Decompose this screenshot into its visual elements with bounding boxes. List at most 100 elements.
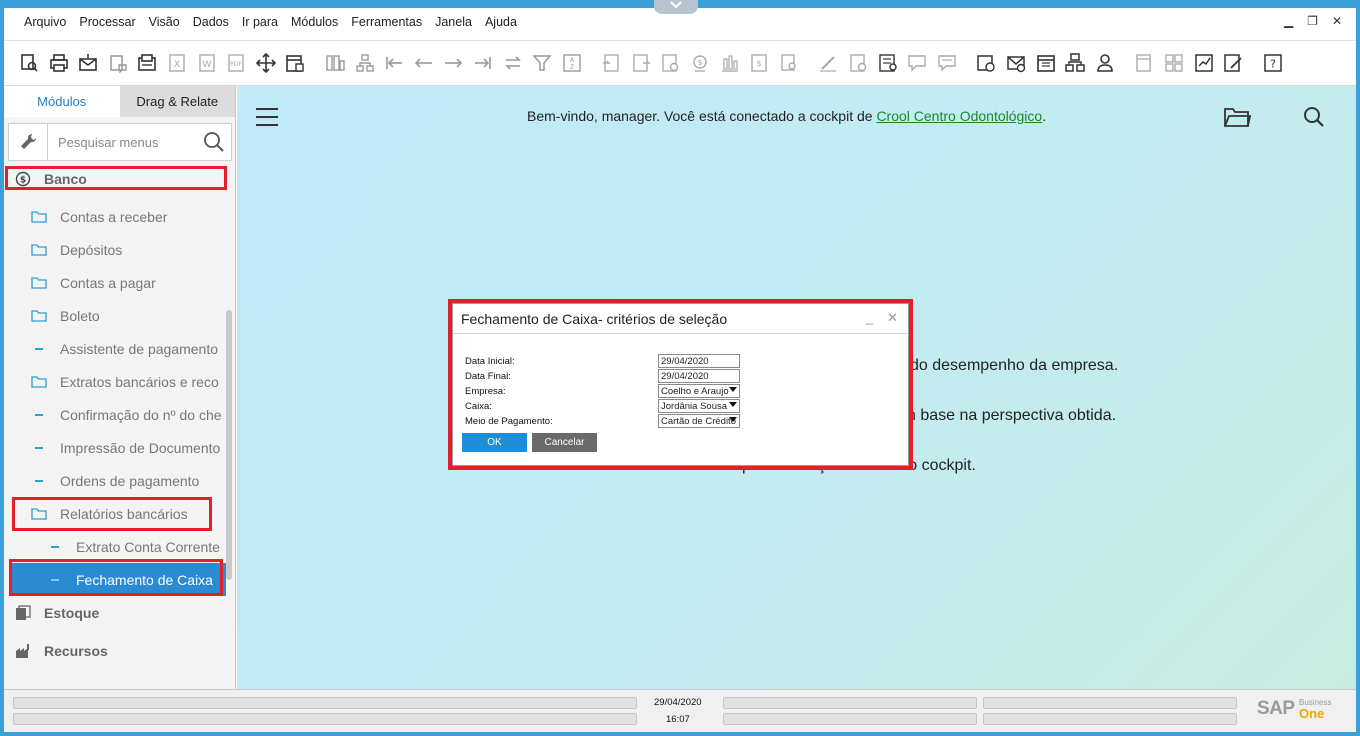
balance-icon[interactable] [719, 52, 741, 74]
search-doc-icon[interactable] [18, 52, 40, 74]
first-record-icon[interactable] [383, 52, 405, 74]
sidebar-item-contas-a-receber[interactable]: Contas a receber [4, 200, 232, 233]
lock-form-icon[interactable] [284, 52, 306, 74]
welcome-message: Bem-vindo, manager. Você está conectado … [527, 108, 1046, 124]
menu-search-input[interactable]: Pesquisar menus [48, 123, 232, 161]
journal-icon[interactable]: $ [748, 52, 770, 74]
sidebar-item-label: Assistente de pagamento [60, 340, 218, 357]
sidebar-item-impressao-documento[interactable]: Impressão de Documento [4, 431, 232, 464]
sidebar-item-label: Recursos [44, 642, 108, 659]
next-record-icon[interactable] [442, 52, 464, 74]
close-icon[interactable]: ✕ [887, 310, 898, 326]
signature-icon[interactable] [1222, 52, 1244, 74]
sidebar-item-assistente-pagamento[interactable]: Assistente de pagamento [4, 332, 232, 365]
dialog-title-bar[interactable]: Fechamento de Caixa- critérios de seleçã… [453, 304, 908, 334]
caixa-select[interactable]: Jordânia Sousa [658, 399, 740, 413]
data-inicial-value: 29/04/2020 [661, 355, 709, 367]
welcome-suffix: . [1042, 108, 1047, 124]
tab-modulos[interactable]: Módulos [4, 86, 120, 117]
svg-text:$: $ [698, 58, 703, 67]
doc-settings-icon[interactable] [659, 52, 681, 74]
menu-arquivo[interactable]: Arquivo [24, 15, 66, 29]
dropdown-arrow-icon[interactable] [729, 402, 737, 407]
svg-text:W: W [202, 60, 211, 70]
ok-button[interactable]: OK [462, 433, 527, 452]
cancel-button[interactable]: Cancelar [532, 433, 597, 452]
excel-icon[interactable]: X [166, 52, 188, 74]
menu-processar[interactable]: Processar [79, 15, 135, 29]
target-doc-icon[interactable] [630, 52, 652, 74]
sidebar-item-contas-a-pagar[interactable]: Contas a pagar [4, 266, 232, 299]
hamburger-menu-icon[interactable] [256, 108, 278, 132]
help-icon[interactable]: ? [1262, 52, 1284, 74]
menu-ir-para[interactable]: Ir para [242, 15, 278, 29]
collapse-tab[interactable] [654, 0, 698, 14]
wrench-icon[interactable] [8, 123, 48, 161]
sidebar-item-estoque[interactable]: Estoque [4, 596, 232, 629]
alerts-icon[interactable] [975, 52, 997, 74]
last-record-icon[interactable] [472, 52, 494, 74]
cockpit-search-icon[interactable] [1303, 106, 1325, 131]
word-icon[interactable]: W [196, 52, 218, 74]
edit-icon[interactable] [817, 52, 839, 74]
sidebar-scrollbar[interactable] [226, 310, 232, 580]
widgets-icon[interactable] [1163, 52, 1185, 74]
field-label-meio-pagamento: Meio de Pagamento: [465, 415, 553, 427]
sidebar-item-depositos[interactable]: Depósitos [4, 233, 232, 266]
menu-visao[interactable]: Visão [149, 15, 180, 29]
payment-icon[interactable]: $ [689, 52, 711, 74]
form-settings-icon[interactable] [877, 52, 899, 74]
tab-drag-relate[interactable]: Drag & Relate [119, 86, 235, 117]
base-doc-icon[interactable] [600, 52, 622, 74]
user-icon[interactable] [1094, 52, 1116, 74]
sort-icon[interactable]: AZ [561, 52, 583, 74]
settings-doc-icon[interactable] [847, 52, 869, 74]
print-icon[interactable] [48, 52, 70, 74]
sidebar-item-confirmacao-cheque[interactable]: Confirmação do nº do che [4, 398, 232, 431]
move-icon[interactable] [255, 52, 277, 74]
tree-icon[interactable] [354, 52, 376, 74]
data-inicial-input[interactable]: 29/04/2020 [658, 354, 740, 368]
minimize-icon[interactable]: ▁ [1284, 14, 1293, 28]
menu-janela[interactable]: Janela [435, 15, 472, 29]
menu-ajuda[interactable]: Ajuda [485, 15, 517, 29]
refresh-icon[interactable] [502, 52, 524, 74]
sidebar-item-recursos[interactable]: Recursos [4, 634, 232, 667]
report-export-icon[interactable] [1193, 52, 1215, 74]
empresa-select[interactable]: Coelho e Araujo [658, 384, 740, 398]
calendar-icon[interactable] [1035, 52, 1057, 74]
message-icon[interactable] [906, 52, 928, 74]
pdf-icon[interactable]: PDF [225, 52, 247, 74]
fax-icon[interactable] [136, 52, 158, 74]
doc-search-icon[interactable] [778, 52, 800, 74]
org-chart-icon[interactable] [1064, 52, 1086, 74]
menu-ferramentas[interactable]: Ferramentas [351, 15, 422, 29]
email-icon[interactable] [77, 52, 99, 74]
meio-pagamento-select[interactable]: Cartão de Crédito [658, 414, 740, 428]
open-folder-icon[interactable] [1223, 104, 1252, 131]
structure-icon[interactable] [324, 52, 346, 74]
search-icon[interactable] [203, 131, 225, 153]
previous-record-icon[interactable] [413, 52, 435, 74]
sidebar-item-boleto[interactable]: Boleto [4, 299, 232, 332]
filter-icon[interactable] [531, 52, 553, 74]
sms-icon[interactable] [107, 52, 129, 74]
sidebar-item-label: Ordens de pagamento [60, 472, 200, 489]
svg-text:X: X [174, 60, 180, 70]
cockpit-info-line1: do desempenho da empresa. [910, 357, 1119, 374]
sidebar-item-ordens-pagamento[interactable]: Ordens de pagamento [4, 464, 232, 497]
factory-icon [14, 643, 32, 659]
inbox-icon[interactable] [1005, 52, 1027, 74]
restore-icon[interactable]: ❐ [1307, 14, 1318, 28]
sidebar-item-extratos-bancarios[interactable]: Extratos bancários e reco [4, 365, 232, 398]
close-icon[interactable]: ✕ [1332, 14, 1342, 28]
doc-drafts-icon[interactable] [1133, 52, 1155, 74]
minimize-icon[interactable]: _ [866, 310, 873, 326]
data-final-input[interactable]: 29/04/2020 [658, 369, 740, 383]
messages-icon[interactable] [936, 52, 958, 74]
dropdown-arrow-icon[interactable] [729, 387, 737, 392]
company-link[interactable]: Crool Centro Odontológico [876, 108, 1042, 124]
dropdown-arrow-icon[interactable] [729, 417, 737, 422]
menu-modulos[interactable]: Módulos [291, 15, 338, 29]
menu-dados[interactable]: Dados [193, 15, 229, 29]
